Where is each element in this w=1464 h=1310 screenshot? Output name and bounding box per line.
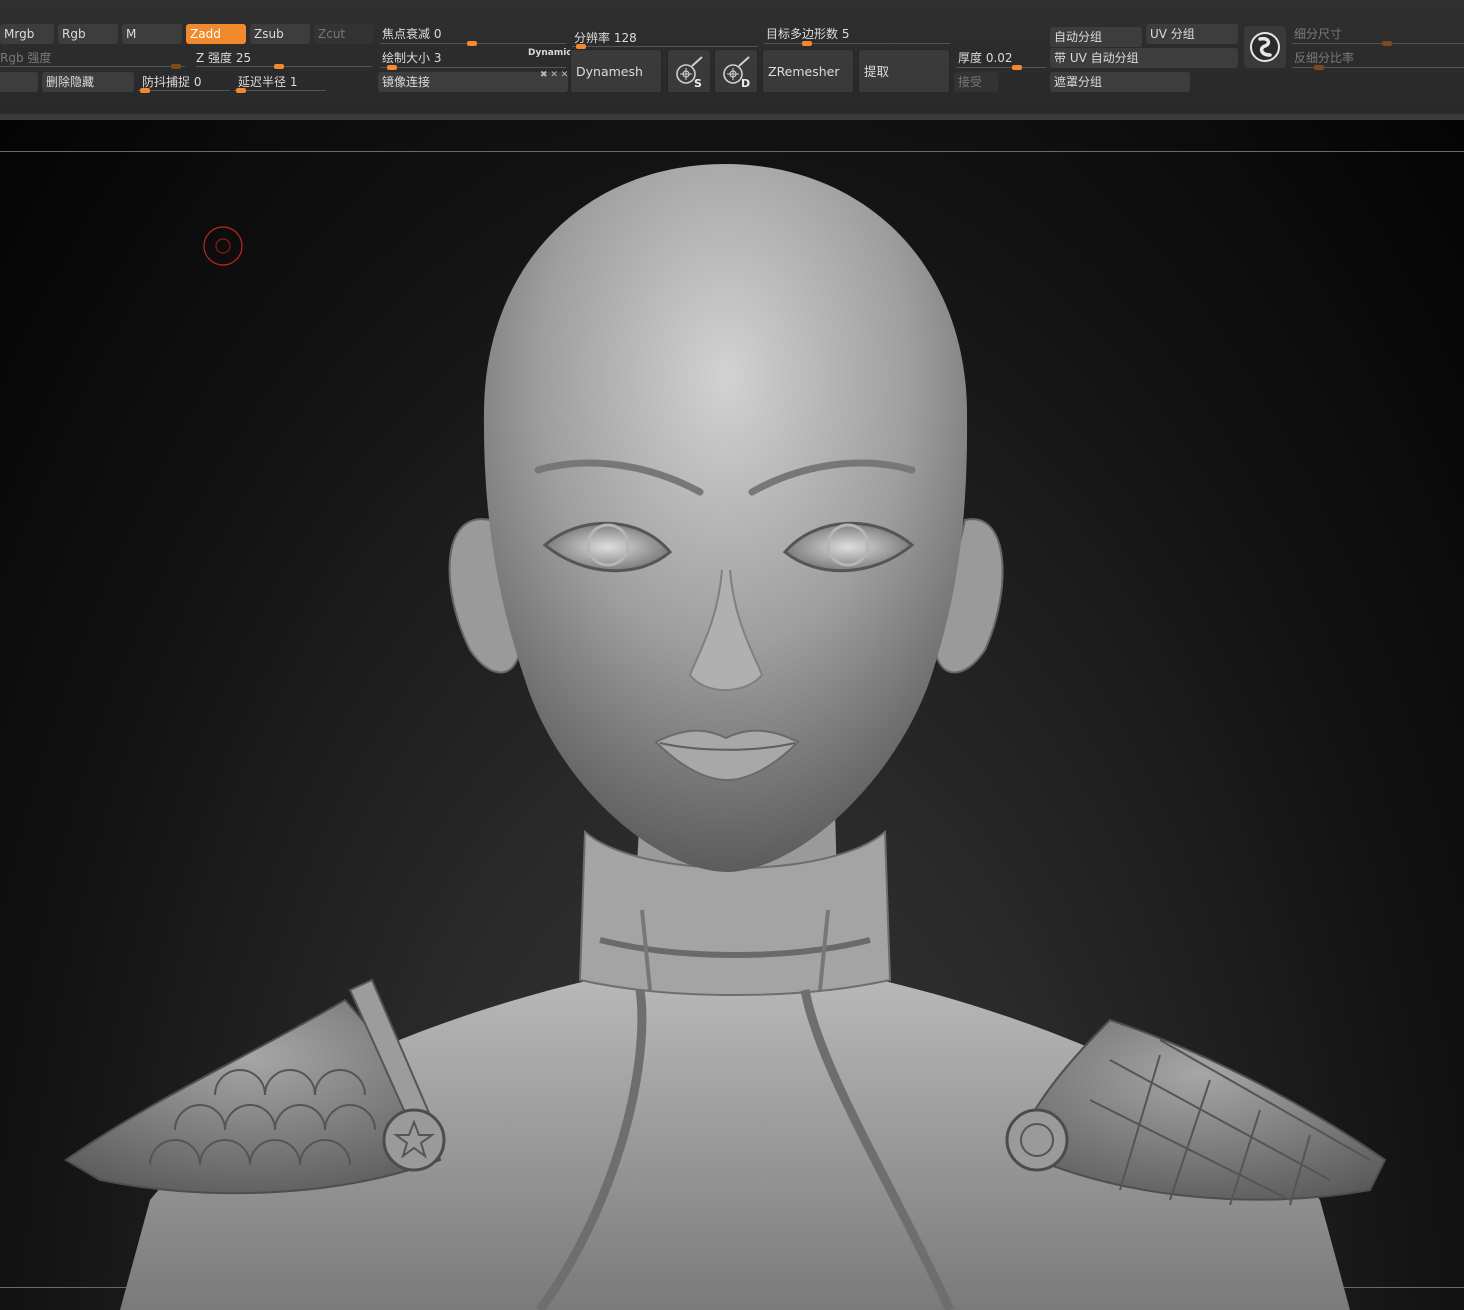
sculpt-model[interactable]	[0, 120, 1464, 1310]
mrgb-button[interactable]: Mrgb	[0, 24, 54, 44]
zcut-button[interactable]: Zcut	[314, 24, 374, 44]
weld-options-icon[interactable]: ✖ ✕ ✕	[540, 70, 568, 80]
extract-button[interactable]: 提取	[858, 49, 950, 93]
zremesher-button[interactable]: ZRemesher	[762, 49, 854, 93]
canvas-viewport[interactable]	[0, 120, 1464, 1310]
top-toolbar: Mrgb Rgb M Zadd Zsub Zcut Rgb 强度 Z 强度 25…	[0, 0, 1464, 115]
svg-text:S: S	[694, 77, 702, 90]
zadd-button[interactable]: Zadd	[186, 24, 246, 44]
mask-groups-button[interactable]: 遮罩分组	[1050, 72, 1190, 92]
right-round-button	[1005, 1108, 1069, 1172]
uv-groups-button[interactable]: UV 分组	[1146, 24, 1238, 44]
svg-text:D: D	[741, 77, 750, 90]
zsub-button[interactable]: Zsub	[250, 24, 310, 44]
lazy-snap-slider[interactable]	[138, 80, 230, 98]
brush-s-icon[interactable]: S	[667, 49, 711, 93]
zbrush-logo-icon[interactable]	[1244, 26, 1286, 68]
auto-groups-uv-button[interactable]: 带 UV 自动分组	[1050, 48, 1238, 68]
prev-button[interactable]	[0, 72, 38, 92]
accept-button[interactable]: 接受	[954, 72, 998, 92]
delete-hidden-button[interactable]: 删除隐藏	[42, 72, 134, 92]
rgb-button[interactable]: Rgb	[58, 24, 118, 44]
dynamesh-button[interactable]: Dynamesh	[570, 49, 662, 93]
brush-d-icon[interactable]: D	[714, 49, 758, 93]
m-button[interactable]: M	[122, 24, 182, 44]
auto-groups-button[interactable]: 自动分组	[1050, 27, 1142, 47]
left-star-button	[382, 1108, 446, 1172]
lazy-radius-slider[interactable]	[234, 80, 326, 98]
anti-subdiv-ratio-slider[interactable]	[1292, 57, 1464, 75]
z-intensity-slider[interactable]	[196, 56, 372, 74]
